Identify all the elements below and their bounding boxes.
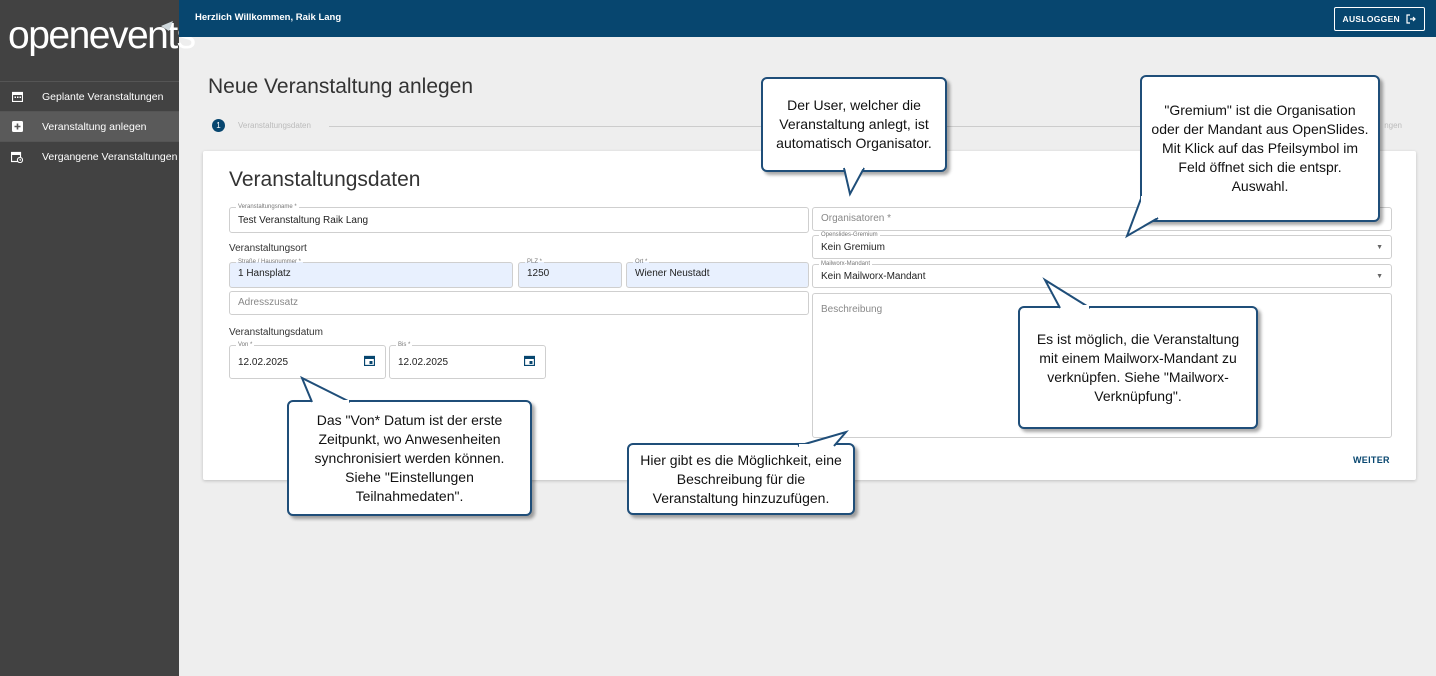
event-name-label: Veranstaltungsname * <box>236 203 299 211</box>
callout-gremium-text: "Gremium" ist die Organisation oder der … <box>1151 102 1369 194</box>
chevron-down-icon[interactable]: ▼ <box>1376 244 1383 251</box>
event-name-value: Test Veranstaltung Raik Lang <box>238 215 369 226</box>
gremium-value: Kein Gremium <box>821 242 885 253</box>
callout-description-tail <box>797 430 849 450</box>
description-placeholder: Beschreibung <box>821 304 883 315</box>
organizers-placeholder: Organisatoren * <box>821 213 892 224</box>
city-label: Ort * <box>633 258 650 266</box>
callout-description: Hier gibt es die Möglichkeit, eine Besch… <box>627 443 855 515</box>
mailworx-value: Kein Mailworx-Mandant <box>821 271 926 282</box>
gremium-label: Openslides-Gremium <box>819 231 880 239</box>
callout-organizer: Der User, welcher die Veranstaltung anle… <box>761 77 947 172</box>
callout-from-date-tail <box>300 375 351 406</box>
callout-description-text: Hier gibt es die Möglichkeit, eine Besch… <box>640 451 842 506</box>
calendar-picker-icon[interactable] <box>364 355 375 366</box>
logout-icon <box>1406 14 1416 24</box>
to-date-value: 12.02.2025 <box>398 357 449 368</box>
sidebar-item-label: Geplante Veranstaltungen <box>42 90 164 103</box>
callout-gremium: "Gremium" ist die Organisation oder der … <box>1140 75 1380 222</box>
logout-button[interactable]: AUSLOGGEN <box>1333 7 1425 31</box>
callout-from-date-text: Das "Von* Datum ist der erste Zeitpunkt,… <box>314 411 505 504</box>
step-number[interactable]: 1 <box>212 119 225 132</box>
step-label[interactable]: Veranstaltungsdaten <box>238 121 311 130</box>
gremium-select[interactable]: Openslides-Gremium Kein Gremium ▼ <box>812 231 1392 259</box>
date-section-label: Veranstaltungsdatum <box>229 327 323 338</box>
calendar-picker-icon[interactable] <box>524 355 535 366</box>
sidebar-item-create[interactable]: Veranstaltung anlegen <box>0 111 179 141</box>
street-label: Straße / Hausnummer * <box>236 258 304 266</box>
add-box-icon <box>10 120 24 134</box>
sidebar: openevents Geplante Veranstaltungen Vera… <box>0 0 196 676</box>
callout-organizer-text: Der User, welcher die Veranstaltung anle… <box>776 97 932 151</box>
sidebar-item-planned[interactable]: Geplante Veranstaltungen <box>0 81 179 111</box>
top-bar: Herzlich Willkommen, Raik Lang AUSLOGGEN <box>179 0 1436 37</box>
mailworx-select[interactable]: Mailworx-Mandant Kein Mailworx-Mandant ▼ <box>812 260 1392 288</box>
address-extra-placeholder: Adresszusatz <box>238 297 299 308</box>
welcome-text: Herzlich Willkommen, Raik Lang <box>195 12 342 23</box>
callout-organizer-tail <box>843 165 865 197</box>
callout-from-date: Das "Von* Datum ist der erste Zeitpunkt,… <box>287 400 532 516</box>
city-value: Wiener Neustadt <box>635 268 710 279</box>
location-section-label: Veranstaltungsort <box>229 243 307 254</box>
zip-value: 1250 <box>527 268 550 279</box>
callout-gremium-tail <box>1125 195 1159 239</box>
street-field[interactable]: Straße / Hausnummer * 1 Hansplatz <box>229 258 513 288</box>
mailworx-label: Mailworx-Mandant <box>819 260 873 268</box>
calendar-past-icon <box>10 150 24 164</box>
zip-field[interactable]: PLZ * 1250 <box>518 258 622 288</box>
to-date-field[interactable]: Bis * 12.02.2025 <box>389 341 546 379</box>
from-date-label: Von * <box>236 341 255 349</box>
logo[interactable]: openevents <box>8 10 196 62</box>
callout-mailworx-text: Es ist möglich, die Veranstaltung mit ei… <box>1036 330 1240 404</box>
card-title: Veranstaltungsdaten <box>229 168 421 191</box>
city-field[interactable]: Ort * Wiener Neustadt <box>626 258 809 288</box>
address-extra-field[interactable]: Adresszusatz <box>229 291 809 315</box>
next-button[interactable]: WEITER <box>1353 455 1390 465</box>
logo-mark-icon <box>161 21 173 31</box>
calendar-icon <box>10 90 24 104</box>
event-name-field[interactable]: Veranstaltungsname * Test Veranstaltung … <box>229 203 809 233</box>
from-date-field[interactable]: Von * 12.02.2025 <box>229 341 386 379</box>
sidebar-item-label: Veranstaltung anlegen <box>42 120 147 133</box>
chevron-down-icon[interactable]: ▼ <box>1376 273 1383 280</box>
street-value: 1 Hansplatz <box>238 268 291 279</box>
callout-mailworx-tail <box>1042 277 1091 311</box>
sidebar-nav: Geplante Veranstaltungen Veranstaltung a… <box>0 81 179 171</box>
to-date-label: Bis * <box>396 341 413 349</box>
callout-mailworx: Es ist möglich, die Veranstaltung mit ei… <box>1018 306 1258 429</box>
logout-label: AUSLOGGEN <box>1342 14 1400 24</box>
sidebar-item-label: Vergangene Veranstaltungen <box>42 150 178 163</box>
zip-label: PLZ * <box>525 258 545 266</box>
sidebar-item-past[interactable]: Vergangene Veranstaltungen <box>0 141 179 171</box>
from-date-value: 12.02.2025 <box>238 357 289 368</box>
step-label-next[interactable]: ngen <box>1384 121 1402 130</box>
page-title: Neue Veranstaltung anlegen <box>208 75 474 98</box>
